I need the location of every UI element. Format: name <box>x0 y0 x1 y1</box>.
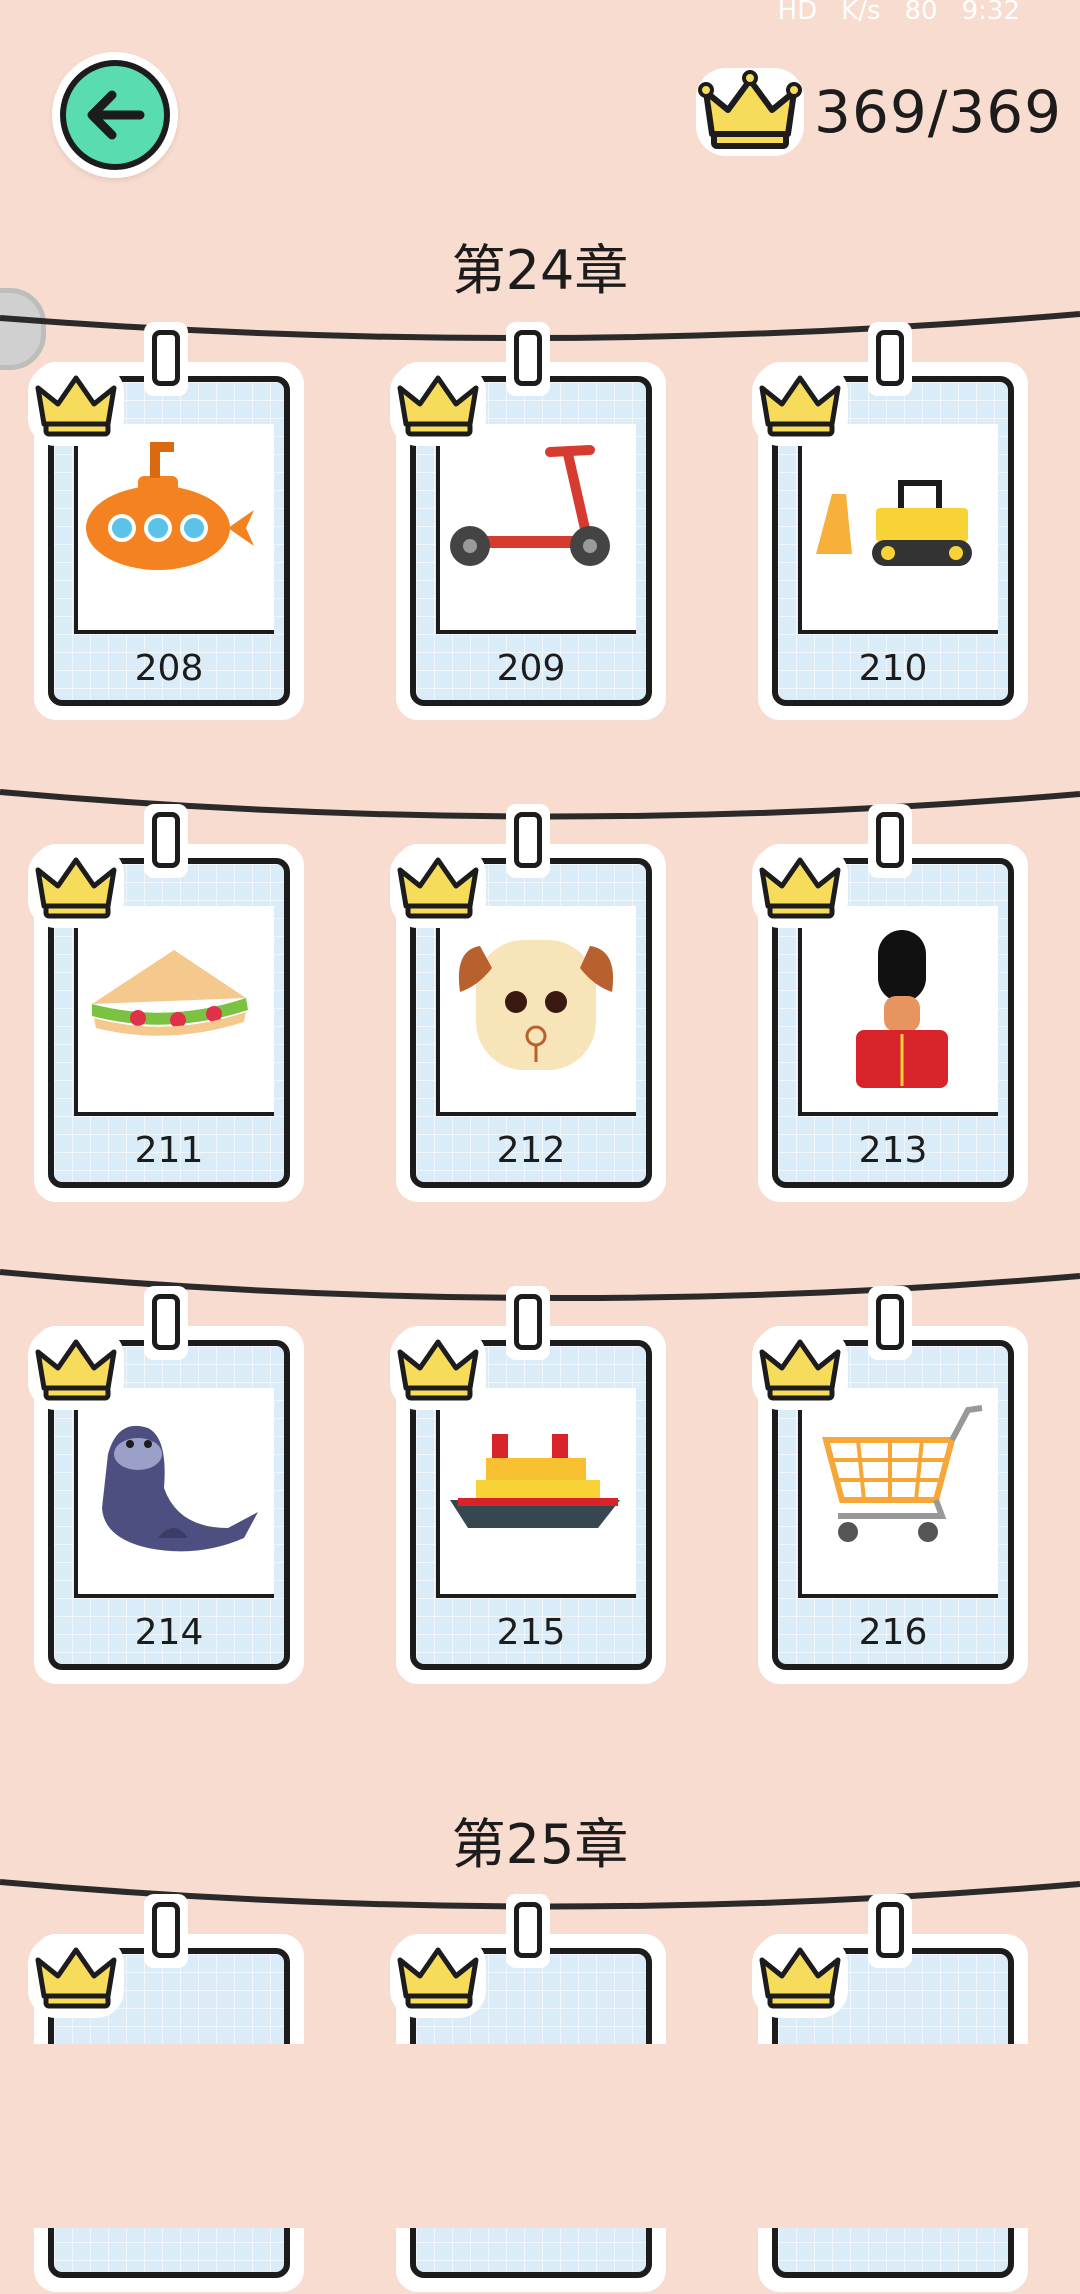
score-text: 369/369 <box>814 78 1062 146</box>
card-photo <box>436 424 636 634</box>
level-card-210[interactable]: 210 <box>750 322 1030 722</box>
crown-icon <box>28 1328 124 1410</box>
card-photo <box>798 906 998 1116</box>
level-card-208[interactable]: 208 <box>26 322 306 722</box>
network-indicator: HD <box>777 0 818 22</box>
level-card-212[interactable]: 212 <box>388 804 668 1204</box>
crown-icon <box>752 364 848 446</box>
crown-icon <box>390 1936 486 2018</box>
card-number: 212 <box>496 1130 566 1171</box>
card-photo <box>436 1388 636 1598</box>
dog-icon <box>458 940 614 1070</box>
card-number: 215 <box>496 1612 566 1653</box>
card-photo <box>798 1388 998 1598</box>
card-number: 216 <box>858 1612 928 1653</box>
paper-clip <box>868 1894 912 1968</box>
ship-icon <box>450 1434 620 1528</box>
card-number: 214 <box>134 1612 204 1653</box>
sandwich-icon <box>92 950 248 1036</box>
card-number: 208 <box>134 648 204 689</box>
clock: 9:32 <box>961 0 1020 22</box>
seal-icon <box>102 1425 258 1552</box>
crown-icon <box>390 364 486 446</box>
crown-icon <box>28 846 124 928</box>
card-photo <box>74 906 274 1116</box>
crown-icon <box>390 846 486 928</box>
crown-icon <box>28 364 124 446</box>
card-photo <box>74 1388 274 1598</box>
chapter-title-25: 第25章 <box>451 1813 629 1876</box>
network-speed: K/s <box>841 0 881 22</box>
card-photo <box>74 424 274 634</box>
card-number: 209 <box>496 648 566 689</box>
shopping-cart-icon <box>822 1405 983 1542</box>
arrow-left-icon <box>87 90 145 140</box>
level-card-215[interactable]: 215 <box>388 1286 668 1686</box>
paper-clip <box>868 1286 912 1360</box>
crown-icon <box>752 1936 848 2018</box>
paper-clip <box>868 804 912 878</box>
status-bar: HD K/s 80 9:32 <box>0 0 1080 22</box>
score-display: 369/369 <box>694 62 1062 162</box>
paper-clip <box>506 1286 550 1360</box>
level-card-211[interactable]: 211 <box>26 804 306 1204</box>
paper-clip <box>506 804 550 878</box>
level-card-213[interactable]: 213 <box>750 804 1030 1204</box>
crown-icon <box>752 1328 848 1410</box>
card-number: 211 <box>134 1130 204 1171</box>
card-number: 213 <box>858 1130 928 1171</box>
card-photo <box>798 424 998 634</box>
bulldozer-icon <box>816 480 972 566</box>
royal-guard-icon <box>856 930 948 1088</box>
submarine-icon <box>86 442 254 570</box>
back-button[interactable] <box>52 52 178 178</box>
paper-clip <box>506 322 550 396</box>
paper-clip <box>506 1894 550 1968</box>
chapter-title-24: 第24章 <box>451 239 629 302</box>
crown-icon <box>696 68 805 156</box>
card-number: 210 <box>858 648 928 689</box>
paper-clip <box>144 322 188 396</box>
battery-level: 80 <box>904 0 938 22</box>
bottom-blank-area <box>0 2044 1080 2228</box>
paper-clip <box>144 1894 188 1968</box>
crown-icon <box>752 846 848 928</box>
card-photo <box>436 906 636 1116</box>
scooter-icon <box>450 445 610 566</box>
crown-icon <box>28 1936 124 2018</box>
crown-icon <box>390 1328 486 1410</box>
paper-clip <box>144 1286 188 1360</box>
paper-clip <box>868 322 912 396</box>
level-card-209[interactable]: 209 <box>388 322 668 722</box>
back-button-face[interactable] <box>60 60 170 170</box>
level-card-216[interactable]: 216 <box>750 1286 1030 1686</box>
paper-clip <box>144 804 188 878</box>
level-card-214[interactable]: 214 <box>26 1286 306 1686</box>
